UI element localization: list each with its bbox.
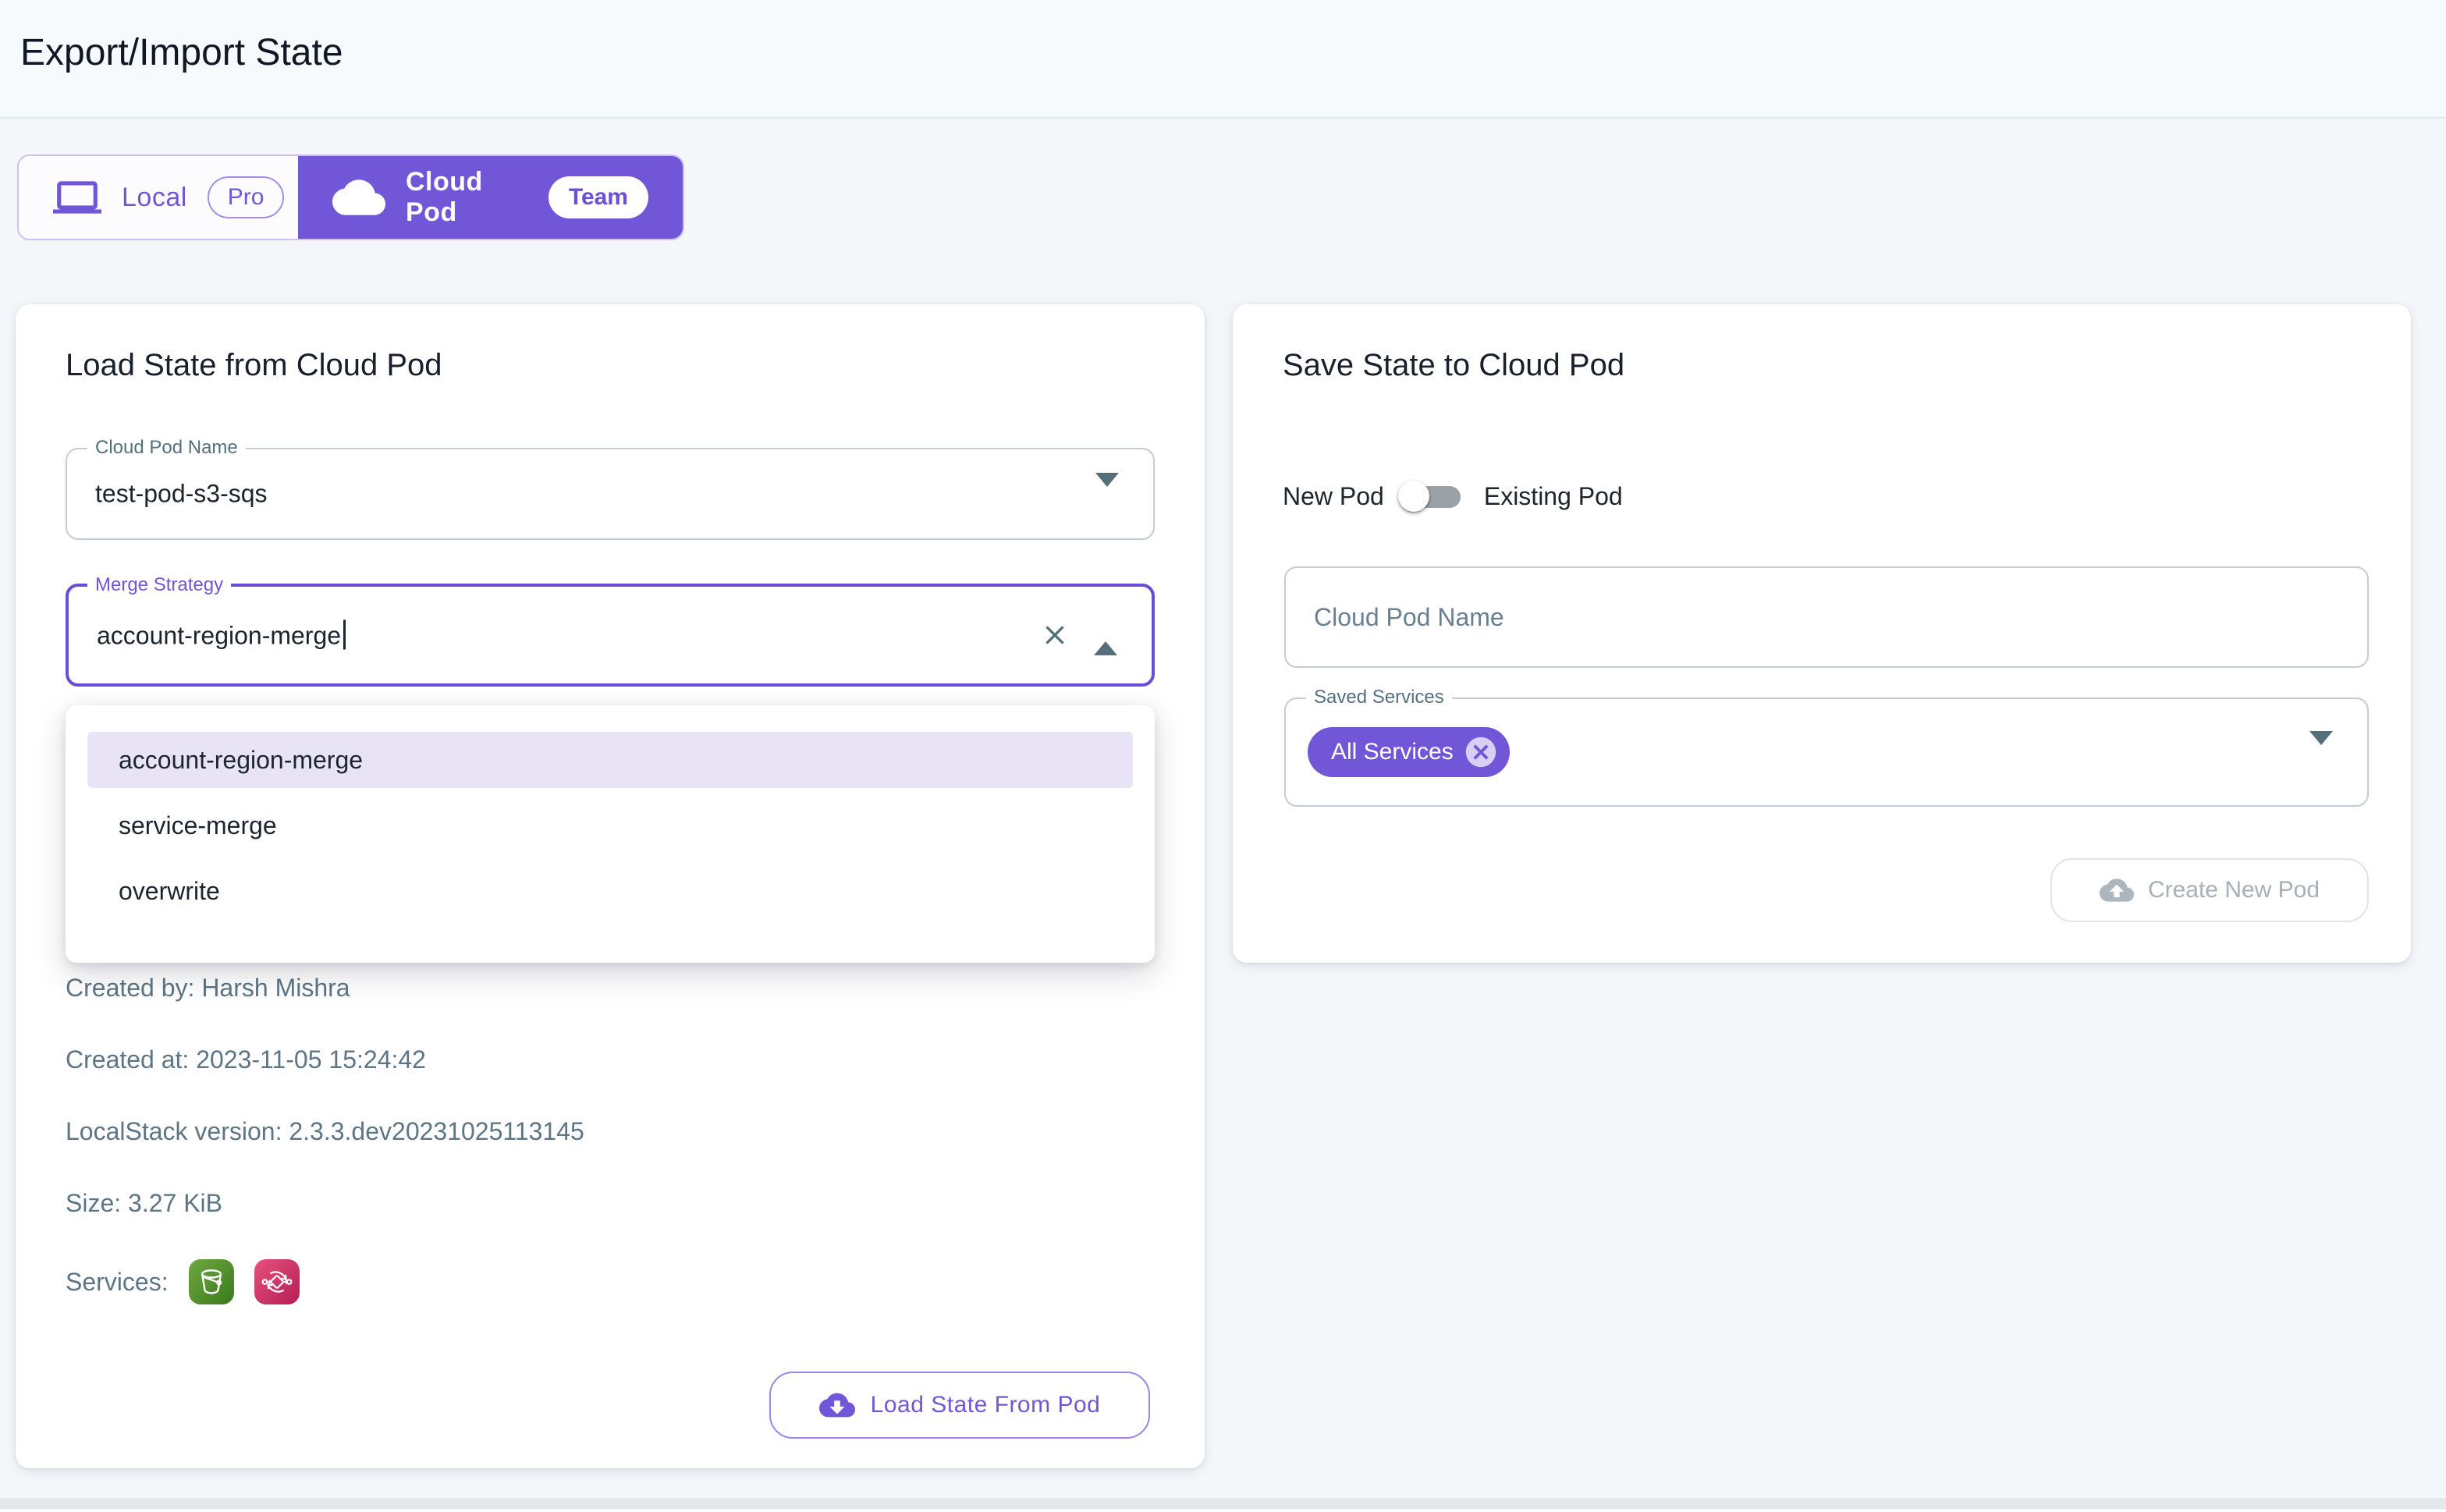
s3-bucket-icon	[189, 1259, 234, 1304]
cloud-download-icon	[819, 1387, 855, 1423]
cloud-pod-name-select-label: Cloud Pod Name	[87, 437, 246, 459]
save-pod-name-input[interactable]	[1284, 566, 2369, 668]
page-header: Export/Import State	[0, 0, 2446, 119]
pro-badge: Pro	[208, 176, 285, 218]
merge-strategy-value: account-region-merge	[97, 622, 341, 650]
cloud-upload-icon	[2100, 873, 2134, 907]
laptop-icon	[53, 173, 101, 222]
toggle-local[interactable]: Local Pro	[19, 156, 298, 239]
all-services-chip-label: All Services	[1331, 739, 1454, 765]
new-pod-label: New Pod	[1283, 482, 1384, 511]
cloud-pod-name-select[interactable]: Cloud Pod Name test-pod-s3-sqs	[66, 448, 1155, 540]
horizontal-scrollbar-track[interactable]	[0, 1498, 2446, 1509]
save-state-card: Save State to Cloud Pod New Pod Existing…	[1233, 304, 2411, 963]
sqs-icon	[254, 1259, 300, 1304]
merge-strategy-label: Merge Strategy	[87, 574, 231, 596]
page-title: Export/Import State	[20, 31, 343, 74]
existing-pod-label: Existing Pod	[1484, 482, 1623, 511]
saved-services-select[interactable]: Saved Services All Services	[1284, 697, 2369, 807]
cloud-icon	[332, 171, 385, 224]
toggle-local-label: Local	[122, 183, 187, 213]
clear-icon[interactable]	[1039, 619, 1070, 651]
create-new-pod-button[interactable]: Create New Pod	[2050, 858, 2369, 922]
toggle-cloud-pod[interactable]: Cloud Pod Team	[298, 156, 683, 239]
load-button-label: Load State From Pod	[871, 1392, 1101, 1418]
services-row: Services:	[66, 1259, 300, 1304]
load-state-card: Load State from Cloud Pod Cloud Pod Name…	[16, 304, 1205, 1468]
chip-delete-icon[interactable]	[1463, 734, 1499, 770]
page-bottom-edge	[0, 1509, 2446, 1512]
load-state-from-pod-button[interactable]: Load State From Pod	[769, 1372, 1150, 1439]
text-cursor	[343, 620, 346, 650]
toggle-cloud-pod-label: Cloud Pod	[406, 167, 528, 228]
option-account-region-merge[interactable]: account-region-merge	[87, 732, 1133, 788]
load-card-title: Load State from Cloud Pod	[66, 348, 442, 383]
cloud-pod-name-select-value: test-pod-s3-sqs	[95, 480, 268, 509]
saved-services-label: Saved Services	[1306, 687, 1452, 708]
meta-created-by: Created by: Harsh Mishra	[66, 974, 350, 1003]
mode-toggle-group: Local Pro Cloud Pod Team	[17, 154, 684, 240]
meta-created-at: Created at: 2023-11-05 15:24:42	[66, 1045, 426, 1074]
team-badge: Team	[548, 176, 648, 218]
switch-thumb	[1398, 481, 1429, 512]
option-service-merge[interactable]: service-merge	[87, 797, 1133, 854]
all-services-chip[interactable]: All Services	[1308, 727, 1510, 777]
meta-localstack-version: LocalStack version: 2.3.3.dev20231025113…	[66, 1117, 584, 1146]
services-label: Services:	[66, 1268, 169, 1297]
meta-size: Size: 3.27 KiB	[66, 1189, 222, 1218]
option-overwrite[interactable]: overwrite	[87, 863, 1133, 919]
merge-strategy-listbox: account-region-merge service-merge overw…	[66, 705, 1155, 963]
save-card-title: Save State to Cloud Pod	[1283, 348, 1624, 383]
pod-mode-switch-row: New Pod Existing Pod	[1283, 467, 1623, 526]
pod-mode-switch[interactable]	[1389, 467, 1479, 526]
create-button-label: Create New Pod	[2148, 877, 2320, 903]
merge-strategy-input[interactable]: Merge Strategy account-region-merge	[66, 584, 1155, 687]
